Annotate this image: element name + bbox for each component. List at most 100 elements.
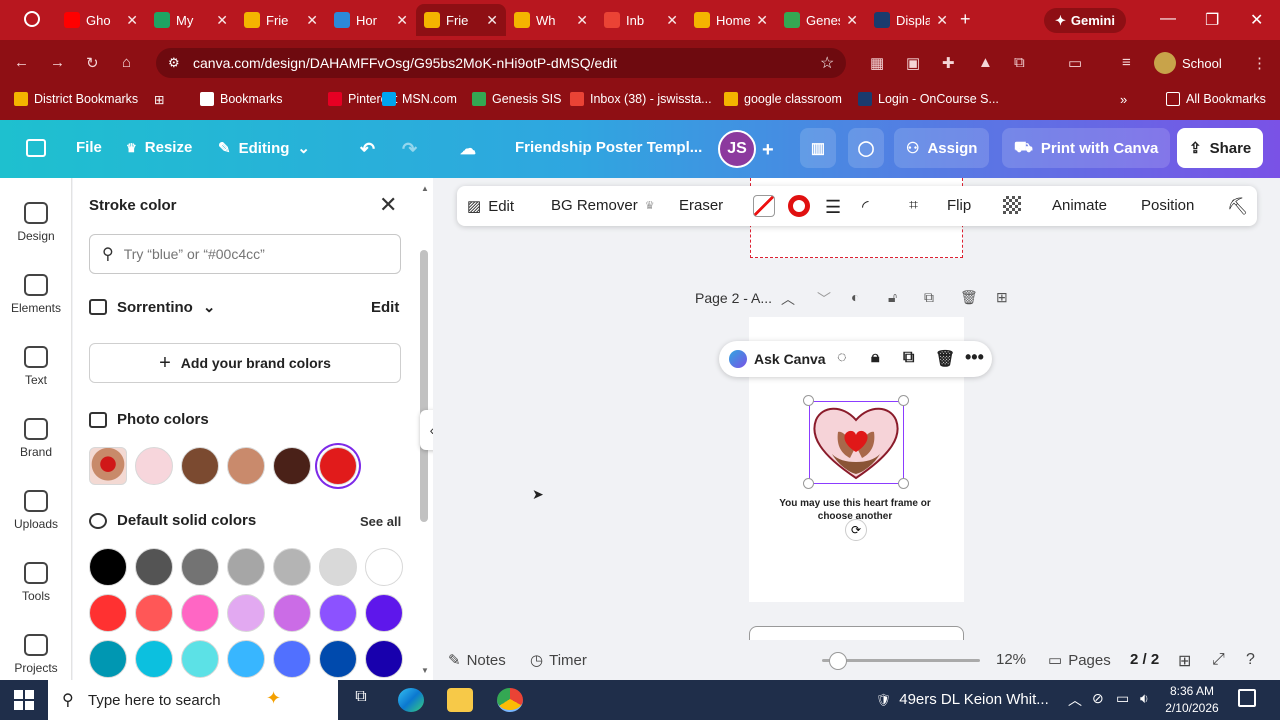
tray-mute-icon[interactable]: ⊘ — [1092, 690, 1104, 707]
browser-tab[interactable]: My ✕ — [146, 4, 236, 36]
heart-frame-image[interactable] — [809, 401, 904, 484]
file-explorer-icon[interactable] — [447, 688, 473, 712]
stroke-color-swatch[interactable] — [788, 195, 810, 217]
panel-scrollbar[interactable] — [420, 250, 428, 522]
lock-icon[interactable]: 🔒︎ — [871, 349, 880, 367]
close-tab-icon[interactable]: ✕ — [576, 12, 588, 29]
fill-color-swatch[interactable] — [753, 195, 775, 217]
default-color-swatch[interactable] — [273, 594, 311, 632]
eraser-button[interactable]: Eraser — [679, 197, 723, 214]
bookmark-link[interactable]: Login - OnCourse S... — [858, 92, 999, 106]
close-tab-icon[interactable]: ✕ — [846, 12, 858, 29]
windows-start-icon[interactable] — [14, 690, 34, 710]
minimize-icon[interactable]: — — [1160, 10, 1176, 28]
browser-tab[interactable]: Wh ✕ — [506, 4, 596, 36]
back-icon[interactable]: ← — [14, 54, 29, 71]
extensions-puzzle-icon[interactable]: ⧉ — [1014, 54, 1025, 71]
rotate-handle-icon[interactable]: ⟳ — [845, 519, 867, 541]
volume-icon[interactable]: 🔉︎ — [1140, 690, 1149, 707]
bookmark-link[interactable]: Bookmarks — [200, 92, 283, 106]
rail-item-elements[interactable]: Elements — [0, 274, 72, 315]
media-controls-icon[interactable]: ≡ — [1122, 54, 1131, 71]
scroll-down-arrow-icon[interactable]: ▼ — [421, 666, 429, 675]
bg-remover-button[interactable]: BG Remover ♛ — [551, 197, 655, 214]
brand-edit-link[interactable]: Edit — [371, 299, 399, 316]
taskbar-search-box[interactable]: ⚲ Type here to search ✦ — [48, 680, 338, 720]
profile-button[interactable]: School — [1154, 50, 1230, 76]
invite-plus-icon[interactable]: + — [762, 139, 774, 162]
default-color-swatch[interactable] — [181, 640, 219, 678]
browser-tab[interactable]: Frie ✕ — [416, 4, 506, 36]
see-all-link[interactable]: See all — [360, 514, 401, 529]
default-color-swatch[interactable] — [365, 640, 403, 678]
animate-button[interactable]: Animate — [1052, 197, 1107, 214]
page-down-chevron-icon[interactable]: ﹀ — [817, 289, 831, 309]
extension-2-icon[interactable]: ▣ — [906, 54, 920, 72]
user-avatar[interactable]: JS — [718, 130, 756, 168]
rail-item-projects[interactable]: Projects — [0, 634, 72, 675]
zoom-level[interactable]: 12% — [996, 651, 1026, 668]
bookmark-link[interactable]: google classroom — [724, 92, 842, 106]
assign-button[interactable]: ⚇ Assign — [894, 128, 990, 168]
all-bookmarks-link[interactable]: All Bookmarks — [1166, 92, 1266, 106]
rail-item-tools[interactable]: Tools — [0, 562, 72, 603]
comments-icon[interactable]: ◯ — [848, 128, 884, 168]
notifications-icon[interactable] — [1238, 689, 1256, 707]
more-bookmarks-icon[interactable]: » — [1120, 92, 1127, 107]
default-color-swatch[interactable] — [135, 640, 173, 678]
extension-3-icon[interactable]: ✚ — [942, 54, 955, 72]
brand-kit-selector[interactable]: Sorrentino ⌄ — [89, 298, 215, 316]
pages-button[interactable]: ▭ Pages — [1048, 651, 1111, 670]
transparency-icon[interactable] — [1003, 196, 1021, 214]
extension-4-icon[interactable]: ▲ — [978, 54, 993, 71]
notes-button[interactable]: ✎ Notes — [448, 651, 506, 670]
default-color-swatch[interactable] — [227, 594, 265, 632]
apps-grid-icon[interactable]: ⊞ — [154, 92, 164, 107]
resize-handle-top-right[interactable] — [898, 395, 909, 406]
default-color-swatch[interactable] — [227, 548, 265, 586]
share-button[interactable]: ⇪ Share — [1177, 128, 1264, 168]
duplicate-page-icon[interactable]: ⧉ — [924, 289, 934, 306]
rail-item-text[interactable]: Text — [0, 346, 72, 387]
tray-chevron-icon[interactable]: ︿ — [1068, 690, 1082, 710]
print-with-canva-button[interactable]: ⛟ Print with Canva — [1002, 128, 1171, 168]
close-tab-icon[interactable]: ✕ — [396, 12, 408, 29]
delete-page-icon[interactable]: 🗑︎ — [960, 289, 978, 306]
resize-handle-bottom-right[interactable] — [898, 478, 909, 489]
photo-color-swatch[interactable] — [227, 447, 265, 485]
photo-color-swatch[interactable] — [135, 447, 173, 485]
photo-color-swatch[interactable] — [273, 447, 311, 485]
reload-icon[interactable]: ↻ — [86, 54, 99, 72]
close-tab-icon[interactable]: ✕ — [486, 12, 498, 29]
zoom-slider-handle[interactable] — [829, 652, 847, 670]
default-color-swatch[interactable] — [273, 640, 311, 678]
task-view-icon[interactable]: ⧉ — [348, 688, 374, 712]
edit-image-button[interactable]: ▨ Edit — [467, 197, 514, 216]
default-color-swatch[interactable] — [135, 594, 173, 632]
network-icon[interactable]: ▭ — [1116, 690, 1129, 707]
bookmark-link[interactable]: District Bookmarks — [14, 92, 138, 106]
delete-icon[interactable]: 🗑︎ — [935, 349, 955, 369]
rail-item-design[interactable]: Design — [0, 202, 72, 243]
bookmark-link[interactable]: Genesis SIS — [472, 92, 561, 106]
default-color-swatch[interactable] — [319, 594, 357, 632]
copy-style-paint-roller-icon[interactable]: ⛏ — [1227, 197, 1249, 217]
photo-color-swatch[interactable] — [319, 447, 357, 485]
scroll-up-arrow-icon[interactable]: ▲ — [421, 184, 429, 193]
resize-handle-bottom-left[interactable] — [803, 478, 814, 489]
forward-icon[interactable]: → — [50, 54, 65, 71]
extension-1-icon[interactable]: ▦ — [870, 54, 884, 72]
document-title[interactable]: Friendship Poster Templ... — [515, 139, 702, 156]
timer-button[interactable]: ◷ Timer — [530, 651, 587, 670]
file-menu[interactable]: File — [76, 139, 102, 156]
restore-icon[interactable]: ❐ — [1205, 10, 1219, 30]
flip-button[interactable]: Flip — [947, 197, 971, 214]
help-icon[interactable]: ? — [1246, 651, 1255, 669]
bookmark-link[interactable]: MSN.com — [382, 92, 457, 106]
browser-tab[interactable]: Genesis✕ — [776, 4, 866, 36]
photo-thumbnail[interactable] — [89, 447, 127, 485]
close-tab-icon[interactable]: ✕ — [756, 12, 768, 29]
color-search-input[interactable] — [123, 246, 364, 262]
lock-page-icon[interactable]: 🔓︎ — [888, 289, 897, 306]
address-bar[interactable]: ⚙ canva.com/design/DAHAMFFvOsg/G95bs2MoK… — [156, 48, 846, 78]
